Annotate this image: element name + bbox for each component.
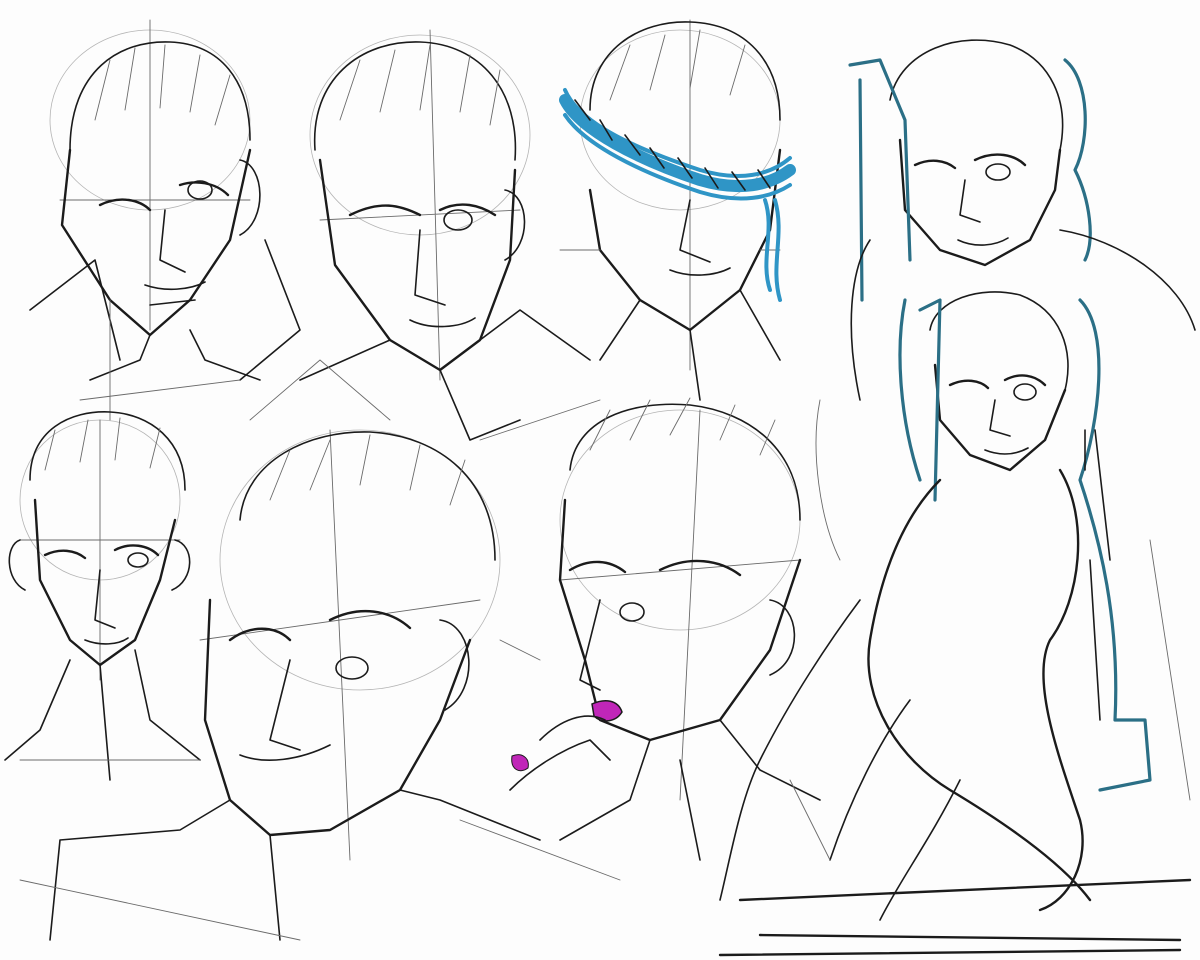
sketch-figure-right	[718, 39, 1196, 957]
sketch-sheet	[0, 0, 1200, 960]
sketch-head-top-center-left	[249, 29, 601, 441]
sketch-head-bottom-center-left	[19, 429, 621, 941]
sketch-head-bottom-left	[4, 411, 201, 781]
sketch-canvas	[4, 19, 1196, 957]
purple-lips	[591, 699, 623, 722]
sketch-head-bottom-center-right	[499, 397, 831, 861]
sketch-head-top-left	[29, 19, 301, 421]
purple-fingernail	[511, 754, 529, 772]
sketch-head-top-center-right	[559, 19, 796, 401]
